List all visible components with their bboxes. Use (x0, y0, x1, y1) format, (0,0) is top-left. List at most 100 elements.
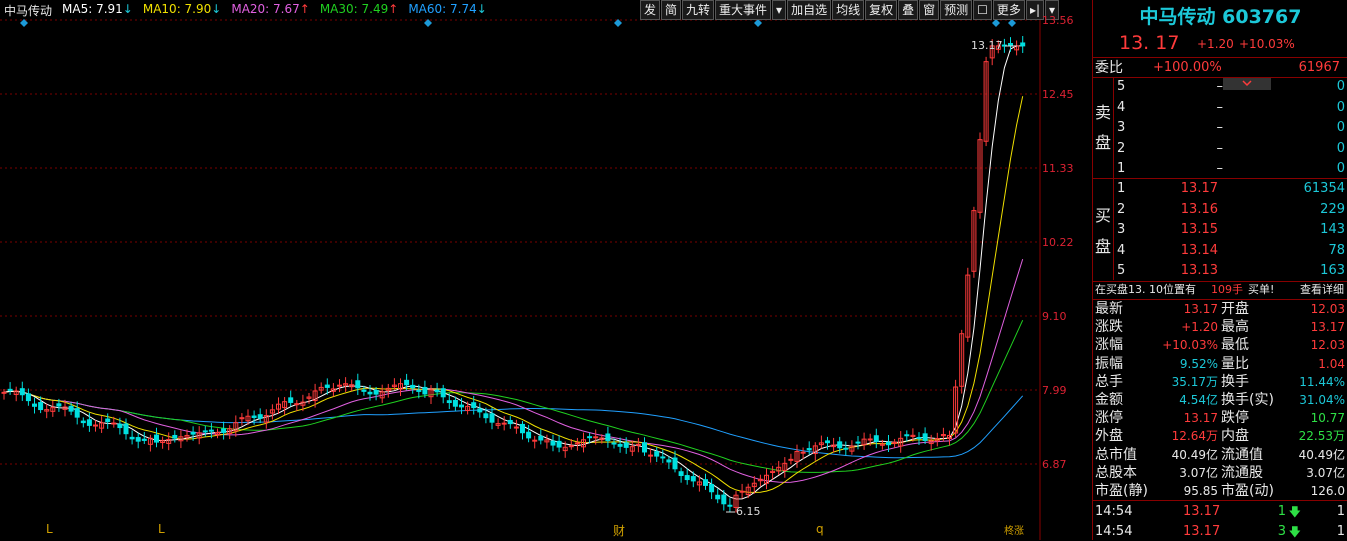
stat-value: 40.49亿 (1171, 447, 1218, 462)
stat-value: 9.52% (1179, 356, 1218, 371)
sell-row[interactable]: 4 – 0 (1093, 99, 1347, 117)
buy-row[interactable]: 5 13.13 163 (1093, 262, 1347, 280)
ma-legend: 中马传动 MA5: 7.91↓ MA10: 7.90↓ MA20: 7.67↑ … (4, 2, 487, 18)
sell-level: 3 (1117, 120, 1126, 135)
candle-body (904, 434, 910, 437)
buy-row[interactable]: 2 13.16 229 (1093, 201, 1347, 219)
event-diamond-icon[interactable] (1008, 19, 1016, 27)
stat-row: 总股本 3.07亿 流通股 3.07亿 (1093, 464, 1347, 482)
buy-price: 13.15 (1180, 222, 1218, 237)
sell-row[interactable]: 1 – 0 (1093, 160, 1347, 178)
candle-body (129, 436, 135, 440)
candle-body (654, 451, 660, 457)
arrow-down-icon: 🡇 (1288, 505, 1301, 519)
toolbar-dropdown-icon[interactable]: ▾ (772, 0, 787, 20)
toolbar-add-watchlist-button[interactable]: 加自选 (787, 0, 832, 20)
stat-row: 涨跌 +1.20 最高 13.17 (1093, 318, 1347, 336)
event-marker[interactable]: q (816, 522, 824, 536)
divider (1093, 57, 1347, 58)
candle-body (251, 415, 257, 419)
sell-row[interactable]: 3 – 0 (1093, 119, 1347, 137)
candle-body (837, 441, 843, 449)
candle-body (56, 403, 62, 407)
buy-row[interactable]: 3 13.15 143 (1093, 221, 1347, 239)
candle-body (538, 435, 544, 441)
kline-chart[interactable] (0, 0, 1092, 540)
buy-row[interactable]: 1 13.17 61354 (1093, 180, 1347, 198)
stat-row: 总手 35.17万 换手 11.44% (1093, 373, 1347, 391)
ma30-label: MA30: 7.49↑ (319, 2, 399, 16)
chart-toolbar: 发 简 九转 重大事件 ▾ 加自选 均线 复权 叠 窗 预测 ☐ 更多 ▸| ▾ (640, 0, 1060, 20)
toolbar-window-button[interactable]: 窗 (919, 0, 940, 20)
ma20-label: MA20: 7.67↑ (231, 2, 310, 16)
sell-row[interactable]: 5 – 0 (1093, 78, 1347, 96)
toolbar-jiuzhuan-button[interactable]: 九转 (682, 0, 715, 20)
sell-row[interactable]: 2 – 0 (1093, 140, 1347, 158)
candle-body (855, 441, 861, 444)
ma5-label: MA5: 7.91↓ (62, 2, 133, 16)
candle-body (1, 391, 7, 394)
sell-level: 5 (1117, 79, 1126, 94)
candle-body (434, 389, 440, 393)
tick-volume: 1 (1277, 504, 1286, 519)
toolbar-forecast-button[interactable]: 预测 (940, 0, 973, 20)
buy-level: 3 (1117, 222, 1126, 237)
stat-value: 11.44% (1299, 374, 1345, 389)
candle-body (867, 438, 873, 441)
stock-title: 中马传动 603767 (1139, 6, 1302, 28)
toolbar-overlay-button[interactable]: 叠 (898, 0, 919, 20)
toolbar-major-events-button[interactable]: 重大事件 (715, 0, 772, 20)
toolbar-ma-button[interactable]: 均线 (832, 0, 865, 20)
stat-value: 12.03 (1310, 302, 1345, 316)
toolbar-more-button[interactable]: 更多 (992, 0, 1025, 20)
toolbar-adjust-button[interactable]: 复权 (865, 0, 898, 20)
toolbar-jian-button[interactable]: 简 (661, 0, 682, 20)
candle-body (825, 440, 830, 444)
stat-label: 跌停 (1221, 410, 1249, 427)
candle-body (93, 424, 98, 427)
buy-level: 1 (1117, 181, 1126, 196)
tick-time: 14:54 (1095, 504, 1133, 519)
sell-price: – (1216, 140, 1224, 156)
candle-body (361, 389, 367, 392)
toolbar-lock-icon[interactable]: ☐ (973, 0, 992, 20)
ma60-label: MA60: 7.74↓ (408, 2, 487, 16)
stat-value: 13.17 (1310, 320, 1345, 335)
sell-level: 4 (1117, 99, 1126, 115)
candle-body (605, 433, 611, 442)
ma20-line (3, 258, 1024, 483)
event-marker[interactable]: 柊涨 (1004, 522, 1024, 537)
buy-price: 13.16 (1180, 201, 1218, 217)
candle-body (556, 440, 562, 448)
candle-body (721, 494, 727, 505)
event-diamond-icon[interactable] (992, 19, 1000, 27)
view-detail-link[interactable]: 查看详细 (1300, 281, 1344, 299)
candle-body (86, 419, 92, 426)
candle-body (221, 428, 227, 433)
stat-label: 涨停 (1095, 410, 1123, 427)
buy-level: 5 (1117, 263, 1126, 278)
sell-volume: 0 (1336, 161, 1345, 176)
stat-value: 10.77 (1310, 411, 1345, 426)
stat-label: 外盘 (1095, 428, 1123, 445)
stat-label: 涨幅 (1095, 337, 1123, 354)
stat-value: +10.03% (1162, 338, 1218, 353)
price-tick: 7.99 (1042, 384, 1067, 397)
kline-chart-area[interactable]: 中马传动 MA5: 7.91↓ MA10: 7.90↓ MA20: 7.67↑ … (0, 0, 1092, 540)
notice-hand: 109手 (1211, 283, 1243, 296)
candle-body (660, 456, 666, 459)
candle-body (684, 475, 690, 481)
stat-label: 换手(实) (1221, 392, 1274, 408)
stat-value: 22.53万 (1298, 429, 1345, 444)
price-tick: 9.10 (1042, 310, 1067, 323)
stat-value: +1.20 (1181, 320, 1218, 335)
stat-label: 内盘 (1221, 428, 1249, 445)
event-marker[interactable]: 财 (613, 522, 625, 539)
candle-body (788, 458, 794, 461)
toolbar-fa-button[interactable]: 发 (640, 0, 661, 20)
ma10-label: MA10: 7.90↓ (142, 2, 222, 16)
event-marker[interactable]: L (158, 522, 165, 536)
candle-body (25, 393, 31, 402)
buy-row[interactable]: 4 13.14 78 (1093, 242, 1347, 260)
event-marker[interactable]: L (46, 522, 53, 536)
